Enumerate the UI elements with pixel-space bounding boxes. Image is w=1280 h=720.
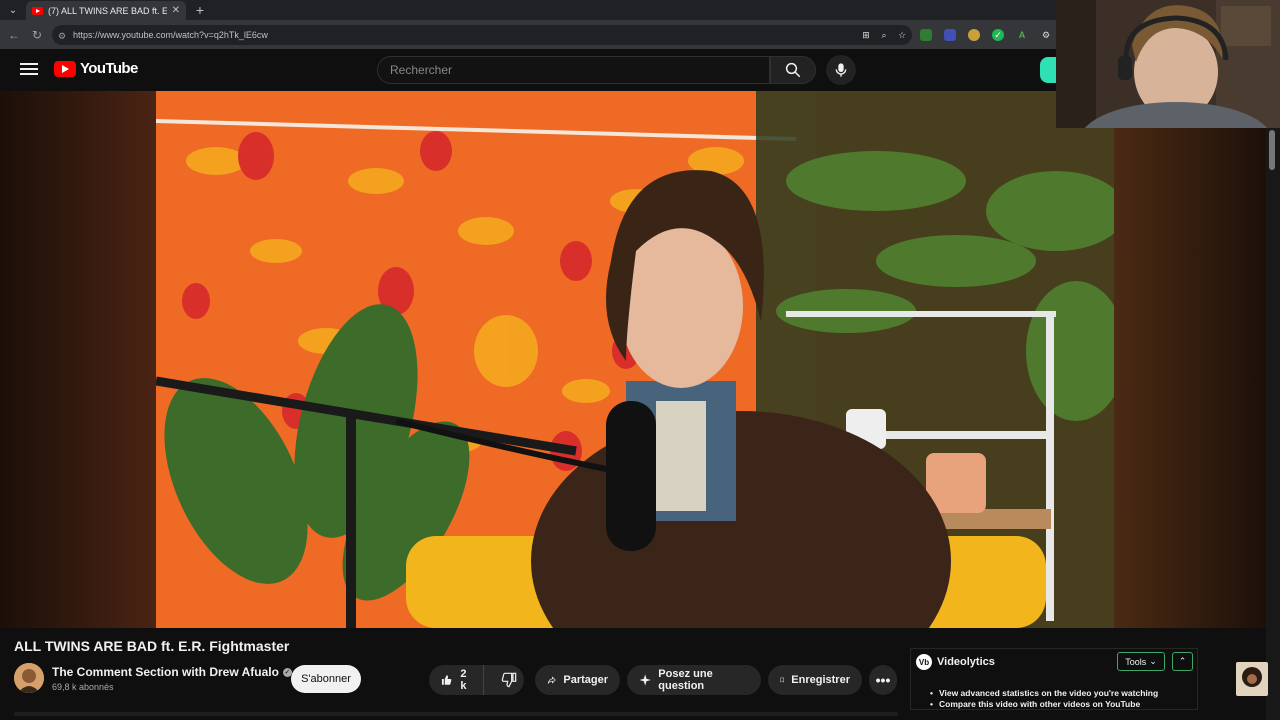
- share-button[interactable]: Partager: [535, 665, 620, 695]
- new-tab-button[interactable]: +: [192, 1, 208, 19]
- more-actions-icon[interactable]: •••: [869, 665, 897, 695]
- channel-avatar[interactable]: [14, 663, 44, 693]
- search-button[interactable]: [770, 56, 816, 84]
- check-extension-icon[interactable]: ✓: [992, 29, 1004, 41]
- tab-title: (7) ALL TWINS ARE BAD ft. E.R. Figh: [48, 5, 167, 16]
- share-arrow-icon: [547, 676, 556, 684]
- youtube-logo[interactable]: YouTube: [54, 60, 138, 77]
- channel-name[interactable]: The Comment Section with Drew Afualo ✓: [52, 665, 292, 679]
- extension-icon[interactable]: [920, 29, 932, 41]
- browser-tab-active[interactable]: (7) ALL TWINS ARE BAD ft. E.R. Figh ✕: [26, 1, 186, 20]
- extension-icon[interactable]: [968, 29, 980, 41]
- extensions-puzzle-icon[interactable]: ⚙: [1040, 29, 1052, 41]
- url-text: https://www.youtube.com/watch?v=q2hTk_lE…: [73, 30, 268, 40]
- site-info-icon[interactable]: ⚙: [58, 31, 67, 41]
- extension-icon[interactable]: A: [1016, 29, 1028, 41]
- address-bar[interactable]: ⚙ https://www.youtube.com/watch?v=q2hTk_…: [52, 25, 912, 45]
- thumbs-up-icon: [441, 675, 452, 685]
- bookmark-icon: [780, 677, 784, 683]
- search-icon: [785, 62, 801, 78]
- tools-label: Tools: [1125, 656, 1147, 667]
- video-scene: [156, 91, 1114, 628]
- videolytics-logo-icon: Vb: [916, 654, 932, 670]
- search-box[interactable]: [377, 56, 770, 84]
- list-item: Compare this video with other videos on …: [930, 699, 1158, 710]
- tab-close-icon[interactable]: ✕: [172, 5, 180, 16]
- share-label: Partager: [563, 674, 608, 686]
- videolytics-name: Videolytics: [937, 656, 995, 668]
- description-box-edge[interactable]: [14, 712, 898, 716]
- subscriber-count: 69,8 k abonnés: [52, 682, 114, 692]
- youtube-play-icon: [54, 60, 76, 77]
- chevron-down-icon: ⌄: [1149, 656, 1157, 666]
- voice-search-button[interactable]: [826, 55, 856, 85]
- ask-label: Posez une question: [658, 668, 713, 692]
- create-button-edge[interactable]: [1040, 57, 1056, 83]
- videolytics-feature-list: View advanced statistics on the video yo…: [930, 688, 1158, 710]
- like-button[interactable]: 2 k: [429, 665, 485, 695]
- thumbnail-image: [1236, 662, 1268, 696]
- dislike-button[interactable]: [491, 665, 524, 695]
- zoom-icon[interactable]: ⌕: [878, 29, 890, 41]
- save-button[interactable]: Enregistrer: [768, 665, 862, 695]
- tab-search-chevron-icon[interactable]: ⌄: [4, 2, 22, 18]
- video-frame[interactable]: [156, 91, 1114, 628]
- search-input[interactable]: [390, 63, 769, 77]
- webcam-feed: [1056, 0, 1280, 128]
- subscribe-button[interactable]: S'abonner: [291, 665, 361, 693]
- save-label: Enregistrer: [791, 674, 850, 686]
- list-item: View advanced statistics on the video yo…: [930, 688, 1158, 699]
- bookmark-star-icon[interactable]: ☆: [896, 29, 908, 41]
- youtube-favicon-icon: [32, 6, 43, 15]
- microphone-icon: [835, 63, 847, 77]
- recommended-video-thumbnail[interactable]: [1236, 662, 1268, 696]
- hamburger-menu-icon[interactable]: [20, 61, 38, 77]
- webcam-overlay: [1056, 0, 1280, 128]
- back-arrow-icon[interactable]: ←: [6, 27, 22, 43]
- ask-question-button[interactable]: Posez une question: [627, 665, 761, 695]
- like-count: 2 k: [460, 668, 467, 692]
- thumbs-down-icon: [501, 672, 517, 688]
- scrollbar-thumb[interactable]: [1269, 130, 1275, 170]
- youtube-logo-text: YouTube: [80, 60, 138, 77]
- extension-icon[interactable]: [944, 29, 956, 41]
- like-dislike-group: 2 k: [429, 665, 524, 695]
- video-title: ALL TWINS ARE BAD ft. E.R. Fightmaster: [14, 638, 290, 654]
- videolytics-collapse-icon[interactable]: ⌃: [1172, 652, 1193, 671]
- videolytics-tools-dropdown[interactable]: Tools ⌄: [1117, 652, 1165, 671]
- page-scrollbar[interactable]: [1266, 128, 1280, 720]
- avatar-image: [14, 663, 44, 693]
- translate-icon[interactable]: ⊞: [860, 29, 872, 41]
- sparkle-icon: [639, 674, 651, 686]
- channel-name-text[interactable]: The Comment Section with Drew Afualo: [52, 665, 279, 679]
- reload-icon[interactable]: ↻: [29, 27, 45, 43]
